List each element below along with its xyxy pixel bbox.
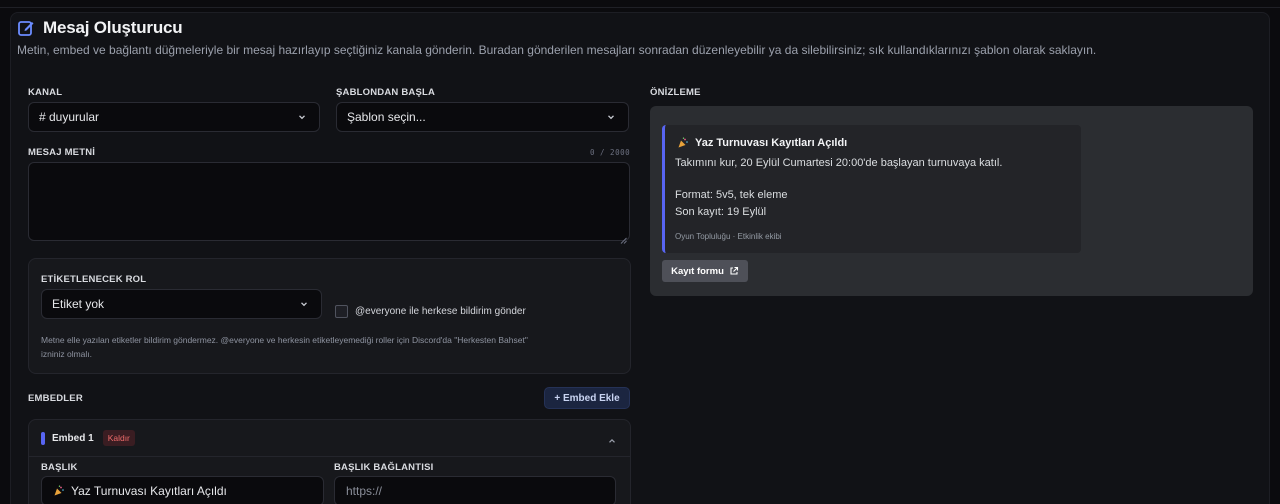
embed-header[interactable]: Embed 1 Kaldır <box>41 430 135 446</box>
role-help-text: Metne elle yazılan etiketler bildirim gö… <box>41 333 601 361</box>
add-embed-button[interactable]: + Embed Ekle <box>544 387 630 409</box>
channel-select[interactable]: # duyurular <box>28 102 320 132</box>
embed-title-link-input[interactable]: https:// <box>334 476 616 504</box>
embed-title-input[interactable]: Yaz Turnuvası Kayıtları Açıldı <box>41 476 324 504</box>
edit-icon <box>17 19 35 37</box>
preview-link-button[interactable]: Kayıt formu <box>662 260 748 282</box>
everyone-checkbox-label: @everyone ile herkese bildirim gönder <box>355 306 526 317</box>
party-popper-icon <box>677 137 689 149</box>
channel-select-value: # duyurular <box>39 110 100 124</box>
character-counter: 0 / 2000 <box>590 148 631 157</box>
preview-embed-title: Yaz Turnuvası Kayıtları Açıldı <box>677 137 847 149</box>
preview-embed-title-text: Yaz Turnuvası Kayıtları Açıldı <box>695 137 848 149</box>
remove-embed-button[interactable]: Kaldır <box>102 430 135 446</box>
page-description: Metin, embed ve bağlantı düğmeleriyle bi… <box>17 43 1097 57</box>
template-select-value: Şablon seçin... <box>347 110 426 124</box>
preview-embed-line-1: Takımını kur, 20 Eylül Cumartesi 20:00'd… <box>675 157 1003 169</box>
template-label: ŞABLONDAN BAŞLA <box>336 87 436 98</box>
preview-embed-footer: Oyun Topluluğu · Etkinlik ekibi <box>675 232 782 241</box>
preview-label: ÖNİZLEME <box>650 87 701 98</box>
embeds-label: EMBEDLER <box>28 393 83 404</box>
preview-embed-line-3: Son kayıt: 19 Eylül <box>675 206 767 218</box>
embed-title-link-placeholder: https:// <box>346 484 383 498</box>
message-label: MESAJ METNİ <box>28 147 96 158</box>
role-select-value: Etiket yok <box>52 297 105 311</box>
everyone-checkbox[interactable] <box>335 305 348 318</box>
preview-link-button-label: Kayıt formu <box>671 265 724 277</box>
channel-label: KANAL <box>28 87 63 98</box>
role-select[interactable]: Etiket yok <box>41 289 322 319</box>
preview-embed-line-2: Format: 5v5, tek eleme <box>675 189 788 201</box>
embed-title-label: BAŞLIK <box>41 462 78 473</box>
role-label: ETİKETLENECEK ROL <box>41 274 147 285</box>
chevron-up-icon[interactable] <box>607 433 617 443</box>
embed-divider <box>29 456 630 457</box>
role-help-line-2: izniniz olmalı. <box>41 349 93 359</box>
template-select[interactable]: Şablon seçin... <box>336 102 629 132</box>
message-textarea[interactable] <box>28 162 630 244</box>
chevron-down-icon <box>297 112 307 122</box>
external-link-icon <box>729 266 739 276</box>
page-title: Mesaj Oluşturucu <box>43 18 183 37</box>
embed-title-value: Yaz Turnuvası Kayıtları Açıldı <box>71 484 227 498</box>
embed-title-link-label: BAŞLIK BAĞLANTISI <box>334 462 434 473</box>
resize-handle-icon[interactable] <box>620 231 627 244</box>
top-bar <box>0 0 1280 8</box>
embed-name: Embed 1 <box>52 432 94 444</box>
chevron-down-icon <box>299 299 309 309</box>
party-popper-icon <box>53 485 65 497</box>
role-help-line-1: Metne elle yazılan etiketler bildirim gö… <box>41 335 528 345</box>
page-header: Mesaj Oluşturucu <box>17 18 183 38</box>
embed-color-bar <box>41 431 45 445</box>
chevron-down-icon <box>606 112 616 122</box>
